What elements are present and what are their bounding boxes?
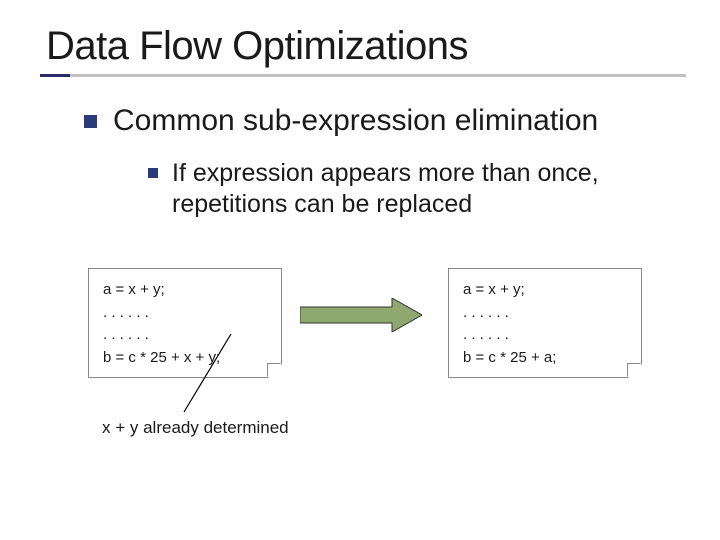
- bullet-level2: If expression appears more than once, re…: [148, 158, 648, 221]
- title-underline: [40, 74, 686, 77]
- bullet2-text: If expression appears more than once, re…: [172, 158, 648, 221]
- code-line: . . . . . .: [463, 324, 627, 347]
- page-fold-icon: [268, 364, 282, 378]
- code-line: a = x + y;: [103, 279, 267, 302]
- transform-arrow-icon: [300, 298, 422, 332]
- code-line: a = x + y;: [463, 279, 627, 302]
- code-box-after: a = x + y; . . . . . . . . . . . . b = c…: [448, 268, 642, 378]
- slide-title-block: Data Flow Optimizations: [46, 24, 686, 77]
- code-line: . . . . . .: [463, 302, 627, 325]
- annotation-text: x + y already determined: [102, 418, 289, 438]
- square-bullet-icon: [84, 115, 97, 128]
- square-bullet-icon: [148, 168, 158, 178]
- code-line: b = c * 25 + a;: [463, 347, 627, 370]
- callout-connector: [176, 336, 236, 416]
- slide-title: Data Flow Optimizations: [46, 24, 686, 77]
- page-fold-icon: [628, 364, 642, 378]
- bullet1-text: Common sub-expression elimination: [113, 104, 598, 138]
- code-line: . . . . . .: [103, 302, 267, 325]
- bullet-level1: Common sub-expression elimination: [84, 104, 598, 138]
